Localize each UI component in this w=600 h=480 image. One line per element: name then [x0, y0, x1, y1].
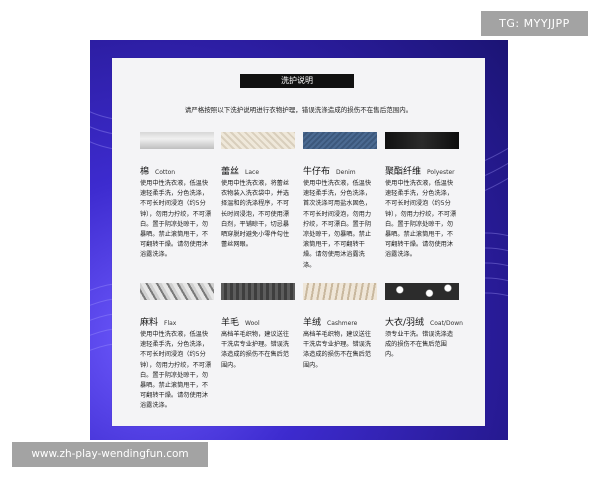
fabric-name-row: 大衣/羽绒 Coat/Down	[385, 310, 463, 328]
fabric-name-en: Cotton	[155, 169, 176, 176]
fabric-name-zh: 羊绒	[303, 318, 322, 328]
card-title: 洗护说明	[240, 74, 354, 88]
fabric-item-cotton: 棉 Cotton 使用中性洗衣液，低温快速轻柔手洗，分色洗涤，不可长时间浸泡（约5…	[140, 132, 218, 261]
card-subtitle: 请严格按照以下洗护说明进行衣物护理，错误洗涤造成的损伤不在售后范围内。	[184, 106, 413, 114]
fabric-name-zh: 牛仔布	[303, 167, 331, 177]
fabric-item-wool: 羊毛 Wool 高档羊毛织物，建议送往干洗店专业护理。错误洗涤造成的损伤不在售后范…	[221, 283, 299, 371]
fabric-care-text: 高档羊毛织物，建议送往干洗店专业护理。错误洗涤造成的损伤不在售后范围内。	[221, 331, 290, 369]
fabric-care-text: 使用中性洗衣液，低温快速轻柔手洗，分色洗涤，首次洗涤可用盐水固色，不可长时间浸泡…	[303, 180, 372, 269]
fabric-item-coat-down: 大衣/羽绒 Coat/Down 须专业干洗。错误洗涤造成的损伤不在售后范围内。	[385, 283, 463, 361]
fabric-item-cashmere: 羊绒 Cashmere 高档羊毛织物，建议送往干洗店专业护理。错误洗涤造成的损伤不…	[303, 283, 381, 371]
fabric-item-polyester: 聚酯纤维 Polyester 使用中性洗衣液，低温快速轻柔手洗，分色洗涤，不可长时…	[385, 132, 463, 261]
fabric-item-flax: 麻料 Flax 使用中性洗衣液，低温快速轻柔手洗，分色洗涤，不可长时间浸泡（约5分…	[140, 283, 218, 412]
fabric-care-text: 须专业干洗。错误洗涤造成的损伤不在售后范围内。	[385, 331, 454, 359]
fabric-name-row: 蕾丝 Lace	[221, 159, 299, 177]
fabric-name-row: 棉 Cotton	[140, 159, 218, 177]
fabric-name-en: Coat/Down	[430, 320, 463, 327]
fabric-name-row: 麻料 Flax	[140, 310, 218, 328]
fabric-name-row: 羊毛 Wool	[221, 310, 299, 328]
fabric-name-row: 牛仔布 Denim	[303, 159, 381, 177]
fabric-name-en: Wool	[245, 320, 260, 327]
watermark-top: TG: MYYJJPP	[481, 11, 588, 36]
fabric-care-text: 使用中性洗衣液，将蕾丝衣物装入洗衣袋中，并选择温和的洗涤程序，不可长时间浸泡，不…	[221, 180, 290, 249]
fabric-name-zh: 蕾丝	[221, 167, 240, 177]
fabric-swatch-image	[140, 283, 214, 300]
fabric-swatch-image	[385, 283, 459, 300]
fabric-swatch-image	[303, 132, 377, 149]
fabric-care-text: 使用中性洗衣液，低温快速轻柔手洗，分色洗涤，不可长时间浸泡（约5分钟），勿用力拧…	[140, 331, 212, 410]
fabric-item-denim: 牛仔布 Denim 使用中性洗衣液，低温快速轻柔手洗，分色洗涤，首次洗涤可用盐水固…	[303, 132, 381, 271]
fabric-name-en: Cashmere	[327, 320, 358, 327]
fabric-care-text: 使用中性洗衣液，低温快速轻柔手洗，分色洗涤，不可长时间浸泡（约5分钟），勿用力拧…	[385, 180, 457, 259]
fabric-swatch-image	[385, 132, 459, 149]
fabric-name-en: Lace	[245, 169, 260, 176]
fabric-swatch-image	[221, 132, 295, 149]
fabric-name-en: Polyester	[427, 169, 455, 176]
fabric-name-zh: 聚酯纤维	[385, 167, 422, 177]
care-instructions-card: 洗护说明 请严格按照以下洗护说明进行衣物护理，错误洗涤造成的损伤不在售后范围内。…	[112, 58, 485, 426]
fabric-swatch-image	[303, 283, 377, 300]
fabric-name-row: 聚酯纤维 Polyester	[385, 159, 463, 177]
fabric-name-zh: 羊毛	[221, 318, 240, 328]
watermark-bottom: www.zh-play-wendingfun.com	[12, 442, 208, 467]
fabric-name-row: 羊绒 Cashmere	[303, 310, 381, 328]
fabric-name-zh: 大衣/羽绒	[385, 318, 425, 328]
fabric-swatch-image	[140, 132, 214, 149]
fabric-care-text: 高档羊毛织物，建议送往干洗店专业护理。错误洗涤造成的损伤不在售后范围内。	[303, 331, 372, 369]
fabric-care-text: 使用中性洗衣液，低温快速轻柔手洗，分色洗涤，不可长时间浸泡（约5分钟），勿用力拧…	[140, 180, 212, 259]
fabric-name-en: Denim	[336, 169, 356, 176]
fabric-name-zh: 麻料	[140, 318, 159, 328]
fabric-name-en: Flax	[164, 320, 177, 327]
fabric-name-zh: 棉	[140, 167, 150, 177]
fabric-swatch-image	[221, 283, 295, 300]
fabric-item-lace: 蕾丝 Lace 使用中性洗衣液，将蕾丝衣物装入洗衣袋中，并选择温和的洗涤程序，不可…	[221, 132, 299, 250]
